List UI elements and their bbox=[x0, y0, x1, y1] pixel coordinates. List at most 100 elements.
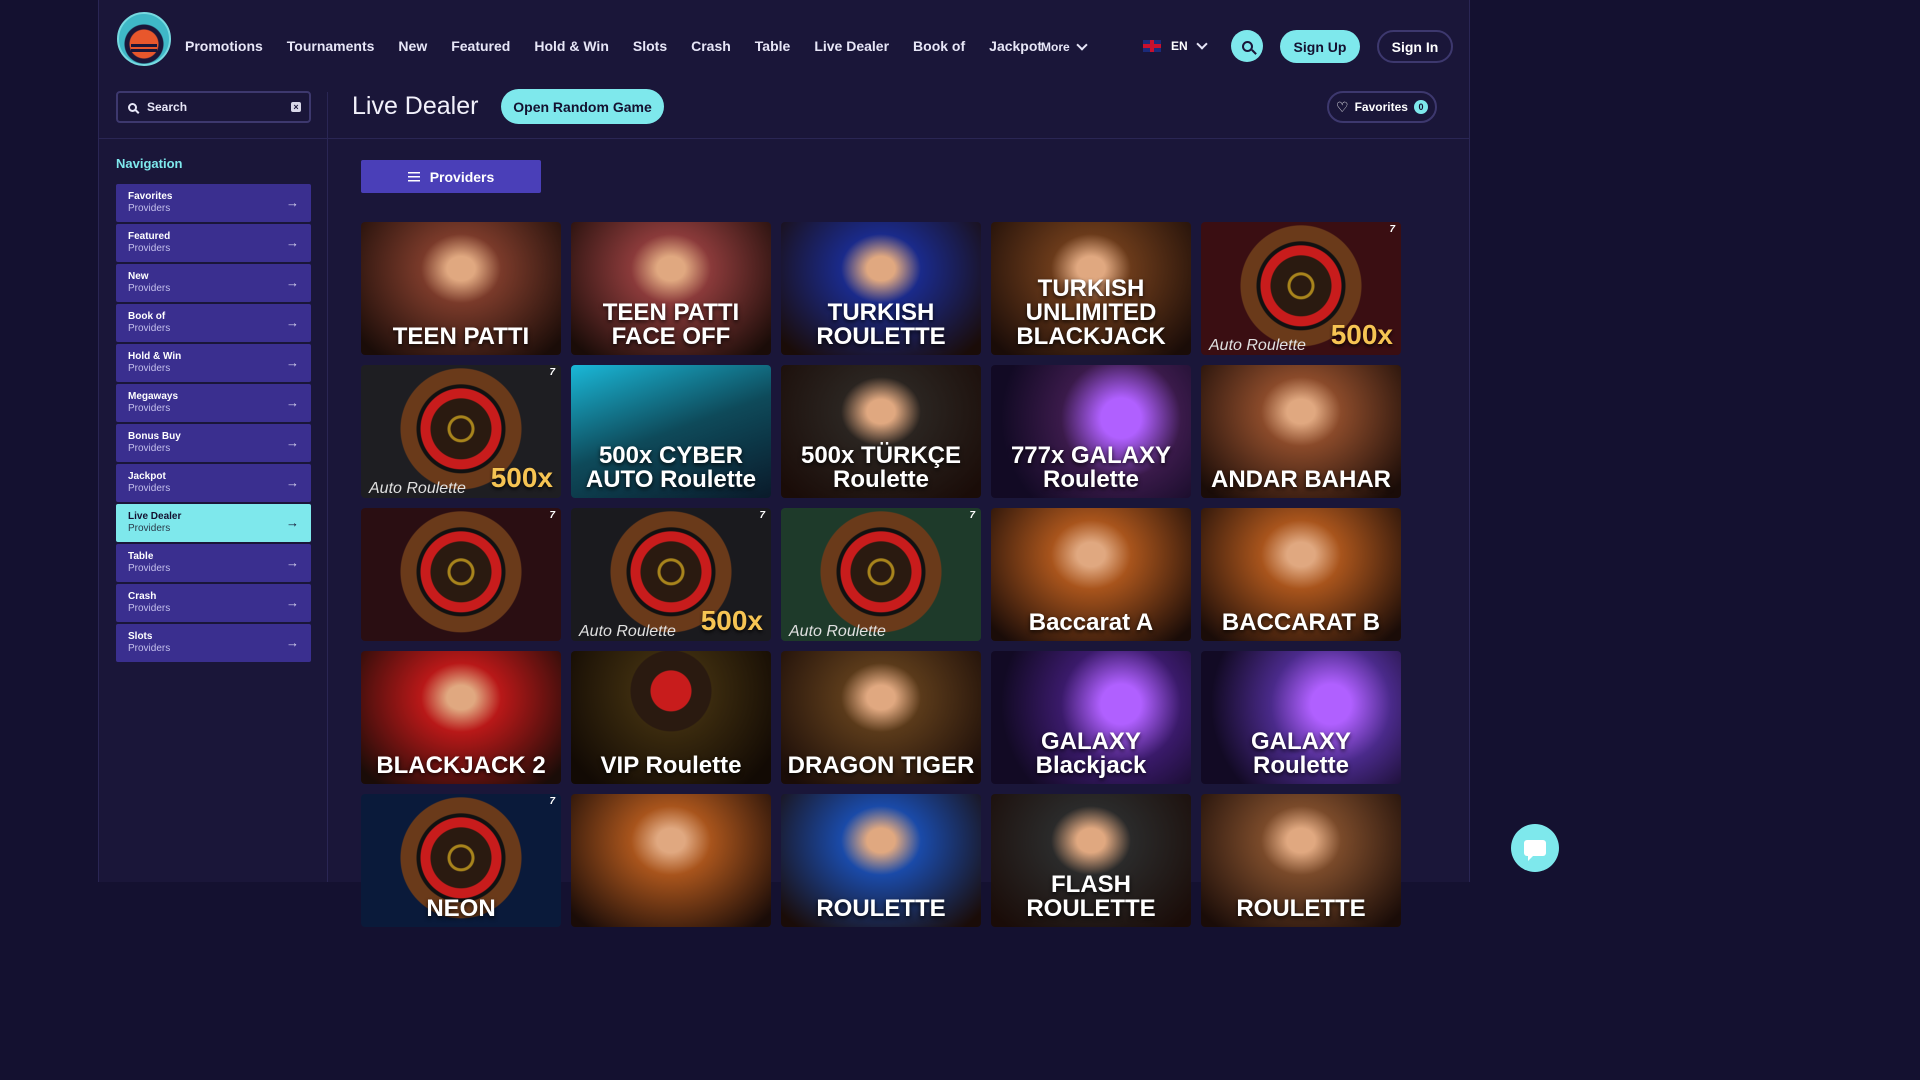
sidebar-item-jackpot[interactable]: Jackpot Providers → bbox=[116, 464, 311, 502]
sidebar-item-book-of[interactable]: Book of Providers → bbox=[116, 304, 311, 342]
sign-in-button[interactable]: Sign In bbox=[1377, 30, 1453, 63]
sidebar-item-sublabel: Providers bbox=[128, 203, 171, 214]
game-tile[interactable]: 7 bbox=[361, 508, 561, 641]
game-tile[interactable]: DRAGON TIGER bbox=[781, 651, 981, 784]
sidebar-item-slots[interactable]: Slots Providers → bbox=[116, 624, 311, 662]
nav-link-crash[interactable]: Crash bbox=[691, 38, 731, 54]
sidebar-item-label: Live Dealer bbox=[128, 511, 182, 522]
game-tile[interactable]: Auto Roulette 500x 7 bbox=[1201, 222, 1401, 355]
game-tile[interactable]: TEEN PATTI bbox=[361, 222, 561, 355]
sidebar-item-new[interactable]: New Providers → bbox=[116, 264, 311, 302]
game-title: BLACKJACK 2 bbox=[376, 752, 546, 779]
search-button[interactable] bbox=[1231, 30, 1263, 62]
game-subtitle: Auto Roulette bbox=[1209, 337, 1306, 354]
game-title: FLASH ROULETTE bbox=[1026, 871, 1156, 922]
arrow-right-icon: → bbox=[286, 355, 299, 370]
heart-icon: ♡ bbox=[1336, 98, 1349, 115]
nav-link-hold-win[interactable]: Hold & Win bbox=[534, 38, 609, 54]
game-tile[interactable]: Auto Roulette 7 bbox=[781, 508, 981, 641]
game-tile[interactable]: Auto Roulette 500x 7 bbox=[361, 365, 561, 498]
sidebar-item-sublabel: Providers bbox=[128, 483, 171, 494]
game-title: DRAGON TIGER bbox=[787, 752, 975, 779]
open-random-game-button[interactable]: Open Random Game bbox=[501, 89, 664, 124]
sidebar-item-crash[interactable]: Crash Providers → bbox=[116, 584, 311, 622]
arrow-right-icon: → bbox=[286, 315, 299, 330]
sidebar-item-label: Slots bbox=[128, 631, 153, 642]
game-title: NEON bbox=[426, 895, 496, 922]
search-input[interactable]: Search × bbox=[116, 91, 311, 123]
game-tile[interactable]: 777x GALAXY Roulette bbox=[991, 365, 1191, 498]
clear-search-icon[interactable]: × bbox=[291, 102, 301, 112]
game-tile[interactable]: ROULETTE bbox=[1201, 794, 1401, 927]
game-tile[interactable]: 500x CYBER AUTO Roulette bbox=[571, 365, 771, 498]
site-logo[interactable] bbox=[117, 12, 171, 66]
sidebar-item-sublabel: Providers bbox=[128, 523, 171, 534]
sliders-icon bbox=[407, 171, 420, 182]
game-tile[interactable]: FLASH ROULETTE bbox=[991, 794, 1191, 927]
nav-link-slots[interactable]: Slots bbox=[633, 38, 667, 54]
providers-label: Providers bbox=[429, 168, 495, 185]
game-tile[interactable]: BLACKJACK 2 bbox=[361, 651, 561, 784]
sidebar-item-label: Bonus Buy bbox=[128, 431, 181, 442]
chat-button[interactable] bbox=[1511, 824, 1559, 872]
arrow-right-icon: → bbox=[286, 395, 299, 410]
game-title: TURKISH ROULETTE bbox=[816, 299, 946, 350]
nav-link-table[interactable]: Table bbox=[755, 38, 791, 54]
game-title: GALAXY Blackjack bbox=[1035, 728, 1147, 779]
sidebar-item-hold-win[interactable]: Hold & Win Providers → bbox=[116, 344, 311, 382]
sidebar-item-sublabel: Providers bbox=[128, 283, 171, 294]
sidebar-item-label: Book of bbox=[128, 311, 166, 322]
sidebar-item-table[interactable]: Table Providers → bbox=[116, 544, 311, 582]
sign-up-button[interactable]: Sign Up bbox=[1280, 30, 1360, 63]
favorites-button[interactable]: ♡ Favorites 0 bbox=[1327, 91, 1437, 123]
nav-link-book-of[interactable]: Book of bbox=[913, 38, 965, 54]
providers-filter-button[interactable]: Providers bbox=[361, 160, 541, 193]
game-tile[interactable]: ANDAR BAHAR bbox=[1201, 365, 1401, 498]
sidebar-item-megaways[interactable]: Megaways Providers → bbox=[116, 384, 311, 422]
game-tile[interactable]: 500x TÜRKÇE Roulette bbox=[781, 365, 981, 498]
game-title: ROULETTE bbox=[816, 895, 946, 922]
nav-link-tournaments[interactable]: Tournaments bbox=[287, 38, 375, 54]
nav-link-featured[interactable]: Featured bbox=[451, 38, 510, 54]
page-frame: Promotions Tournaments New Featured Hold & W… bbox=[98, 0, 1470, 927]
sidebar-item-label: Jackpot bbox=[128, 471, 166, 482]
game-title: TURKISH UNLIMITED BLACKJACK bbox=[1016, 275, 1166, 350]
game-tile[interactable]: TURKISH ROULETTE bbox=[781, 222, 981, 355]
sidebar-item-featured[interactable]: Featured Providers → bbox=[116, 224, 311, 262]
game-subtitle: Auto Roulette bbox=[789, 623, 886, 640]
sidebar-item-sublabel: Providers bbox=[128, 563, 171, 574]
game-tile[interactable]: 7 NEON bbox=[361, 794, 561, 927]
game-grid: TEEN PATTI TEEN PATTI FACE OFF TURKISH ROU… bbox=[361, 222, 1411, 927]
game-tile[interactable]: ROULETTE bbox=[781, 794, 981, 927]
game-title: TEEN PATTI FACE OFF bbox=[602, 299, 740, 350]
more-label: More bbox=[1041, 40, 1070, 54]
nav-link-live-dealer[interactable]: Live Dealer bbox=[814, 38, 889, 54]
game-tile[interactable]: TEEN PATTI FACE OFF bbox=[571, 222, 771, 355]
chat-icon bbox=[1524, 840, 1546, 861]
game-title: 500x TÜRKÇE Roulette bbox=[800, 442, 962, 493]
sidebar-item-bonus-buy[interactable]: Bonus Buy Providers → bbox=[116, 424, 311, 462]
game-tile[interactable]: Baccarat A bbox=[991, 508, 1191, 641]
game-tile[interactable]: GALAXY Blackjack bbox=[991, 651, 1191, 784]
sidebar-item-sublabel: Providers bbox=[128, 363, 171, 374]
sidebar-item-sublabel: Providers bbox=[128, 403, 171, 414]
game-tile[interactable]: GALAXY Roulette bbox=[1201, 651, 1401, 784]
nav-link-jackpot[interactable]: Jackpot bbox=[989, 38, 1042, 54]
nav-link-new[interactable]: New bbox=[398, 38, 427, 54]
favorites-count-badge: 0 bbox=[1413, 100, 1428, 114]
sidebar-item-favorites[interactable]: Favorites Providers → bbox=[116, 184, 311, 222]
nav-link-promotions[interactable]: Promotions bbox=[185, 38, 263, 54]
sidebar-item-live-dealer[interactable]: Live Dealer Providers → bbox=[116, 504, 311, 542]
game-subtitle: Auto Roulette bbox=[579, 623, 676, 640]
search-placeholder: Search bbox=[147, 100, 188, 114]
game-subtitle: Auto Roulette bbox=[369, 480, 466, 497]
game-tile[interactable]: VIP Roulette bbox=[571, 651, 771, 784]
game-tile[interactable]: BACCARAT B bbox=[1201, 508, 1401, 641]
provider-logo: 7 bbox=[549, 510, 555, 521]
game-tile[interactable]: Auto Roulette 500x 7 bbox=[571, 508, 771, 641]
game-tile[interactable] bbox=[571, 794, 771, 927]
game-tile[interactable]: TURKISH UNLIMITED BLACKJACK bbox=[991, 222, 1191, 355]
language-selector[interactable]: EN bbox=[1143, 38, 1208, 53]
game-title: GALAXY Roulette bbox=[1250, 728, 1351, 779]
more-menu[interactable]: More bbox=[1041, 39, 1088, 54]
